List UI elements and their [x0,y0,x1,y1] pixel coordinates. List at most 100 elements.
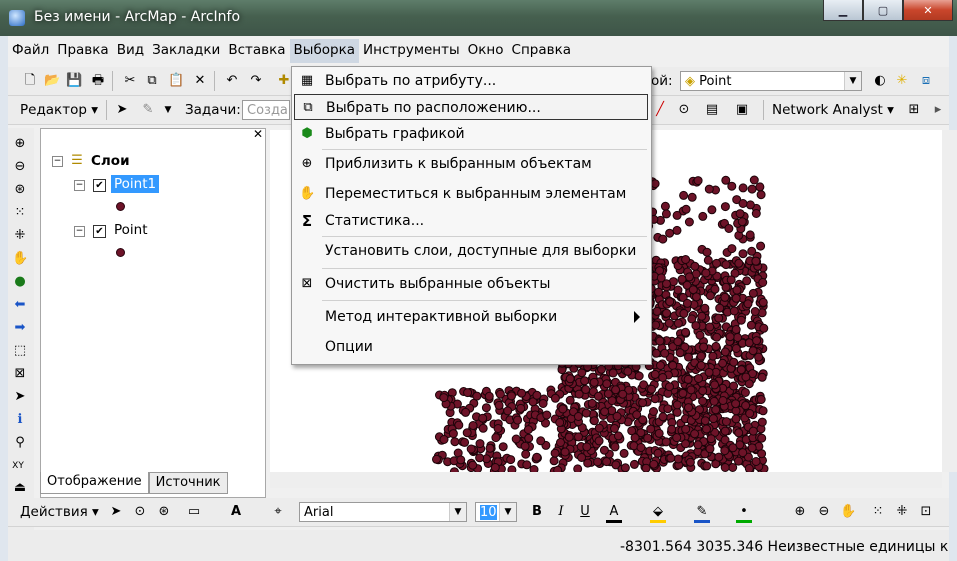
menu-file[interactable]: Файл [8,39,53,63]
tab-display[interactable]: Отображение [40,472,149,494]
chevron-down-icon[interactable]: ▼ [844,72,861,90]
maximize-button[interactable]: ▢ [863,0,903,21]
sketch-tool-icon[interactable]: ╱ [652,102,668,118]
zoom-in-icon[interactable]: ⊕ [12,136,28,152]
menu-select-by-attributes[interactable]: ▦ Выбрать по атрибуту... [294,68,648,94]
menu-selection[interactable]: Выборка [289,39,360,63]
cut-icon[interactable]: ✂ [122,73,138,89]
attributes-icon[interactable]: ▤ [704,102,720,118]
select-elements-icon[interactable]: ➤ [108,504,124,520]
menu-insert[interactable]: Вставка [224,39,289,63]
menu-set-selectable-layers[interactable]: Установить слои, доступные для выборки [294,238,648,264]
marker-color-icon[interactable]: • [736,504,752,523]
zoom-whole-page-icon[interactable]: ⊛ [156,504,172,520]
menu-clear-selected[interactable]: ⊠ Очистить выбранные объекты [294,271,648,297]
close-icon[interactable]: ✕ [253,127,263,141]
editor-menu[interactable]: Редактор ▾ [20,102,98,118]
point-symbol-icon[interactable] [116,202,125,211]
line-color-icon[interactable]: ✎ [694,504,710,523]
rotate-icon[interactable]: ⊙ [132,504,148,520]
paste-icon[interactable]: 📋 [168,73,184,89]
menu-pan-to-selected[interactable]: ✋ Переместиться к выбранным элементам [294,181,648,207]
sun-icon[interactable]: ✳ [894,73,910,89]
save-icon[interactable]: 💾 [66,73,82,89]
sketch-pencil-icon[interactable]: ✎ [140,102,156,118]
tab-source[interactable]: Источник [148,472,228,494]
menu-zoom-to-selected[interactable]: ⊕ Приблизить к выбранным объектам [294,151,648,177]
layers-root[interactable]: Слои [91,153,130,169]
chevron-down-icon[interactable]: ▼ [160,102,176,118]
network-window-icon[interactable]: ⊞ [906,102,922,118]
layer-point1-checkbox[interactable]: ✔ [93,179,106,192]
delete-icon[interactable]: ✕ [192,73,208,89]
extension-icon[interactable]: ⧈ [918,73,934,89]
minimize-button[interactable]: ▁ [823,0,863,21]
menu-select-by-location[interactable]: ⧉ Выбрать по расположению... [294,94,648,120]
rotate-icon[interactable]: ⊙ [676,102,692,118]
zoom-out-icon[interactable]: ⊖ [12,159,28,175]
font-select[interactable]: Arial ▼ [299,502,467,522]
measure-icon[interactable]: ⏏ [12,480,28,496]
tasks-select[interactable]: Созда [242,100,290,120]
identify-icon[interactable]: ℹ [12,412,28,428]
open-icon[interactable]: 📂 [44,73,60,89]
collapse-icon[interactable]: − [74,180,85,191]
bold-icon[interactable]: B [529,504,545,520]
menu-bookmarks[interactable]: Закладки [148,39,224,63]
rectangle-icon[interactable]: ▭ [186,504,202,520]
edit-vertices-icon[interactable]: ⌖ [270,504,286,520]
menu-window[interactable]: Окно [464,39,508,63]
zoom-in-fixed-icon[interactable]: ⁙ [12,205,28,221]
fixed-zoom-out-icon[interactable]: ⁜ [894,504,910,520]
menu-select-by-graphics[interactable]: ⬢ Выбрать графикой [294,121,648,147]
new-text-icon[interactable]: A [228,504,244,520]
full-page-icon[interactable]: ⊡ [918,504,934,520]
font-color-icon[interactable]: A [606,504,622,523]
menu-view[interactable]: Вид [113,39,148,63]
select-elements-icon[interactable]: ➤ [12,389,28,405]
menu-options[interactable]: Опции [294,334,648,360]
fill-color-icon[interactable]: ⬙ [650,504,666,523]
close-button[interactable]: ✕ [903,0,953,21]
italic-icon[interactable]: I [553,504,569,520]
title-bar[interactable]: Без имени - ArcMap - ArcInfo ▁ ▢ ✕ [0,0,957,36]
network-analyst-menu[interactable]: Network Analyst ▾ [772,102,894,118]
underline-icon[interactable]: U [577,504,593,520]
print-icon[interactable]: 🖶 [90,73,106,89]
collapse-icon[interactable]: − [52,156,63,167]
actions-menu[interactable]: Действия ▾ [20,504,99,520]
chevron-down-icon[interactable]: ▼ [449,503,466,521]
collapse-icon[interactable]: − [74,226,85,237]
vertical-scrollbar[interactable] [942,130,957,472]
go-to-xy-icon[interactable]: XY [10,458,26,474]
fixed-zoom-in-icon[interactable]: ⁙ [870,504,886,520]
zoom-out-fixed-icon[interactable]: ⁜ [12,228,28,244]
copy-icon[interactable]: ⧉ [144,73,160,89]
layer-point-checkbox[interactable]: ✔ [93,225,106,238]
contrast-icon[interactable]: ◐ [872,73,888,89]
select-features-icon[interactable]: ⬚ [12,343,28,359]
zoom-in-page-icon[interactable]: ⊕ [792,504,808,520]
horizontal-scrollbar[interactable] [270,472,942,488]
layer-point1[interactable]: Point1 [111,175,160,193]
menu-interactive-selection-method[interactable]: Метод интерактивной выборки [294,304,648,330]
undo-icon[interactable]: ↶ [224,73,240,89]
menu-help[interactable]: Справка [508,39,575,63]
redo-icon[interactable]: ↷ [248,73,264,89]
find-binoculars-icon[interactable]: ⚲ [12,435,28,451]
edit-pointer-icon[interactable]: ➤ [114,102,130,118]
full-extent-globe-icon[interactable]: ● [12,274,28,290]
zoom-out-page-icon[interactable]: ⊖ [816,504,832,520]
fixed-zoom-icon[interactable]: ⊛ [12,182,28,198]
image-icon[interactable]: ▣ [734,102,750,118]
layer-point[interactable]: Point [114,222,148,238]
layer-select[interactable]: ◈ Point ▼ [680,71,862,91]
menu-tools[interactable]: Инструменты [359,39,464,63]
menu-edit[interactable]: Правка [53,39,112,63]
pan-hand-icon[interactable]: ✋ [12,251,28,267]
toolbar-overflow-icon[interactable]: ▸ [930,102,946,118]
chevron-down-icon[interactable]: ▼ [499,503,516,521]
pan-page-icon[interactable]: ✋ [840,504,856,520]
back-arrow-icon[interactable]: ⬅ [12,297,28,313]
new-document-icon[interactable]: 🗋 [22,73,38,89]
